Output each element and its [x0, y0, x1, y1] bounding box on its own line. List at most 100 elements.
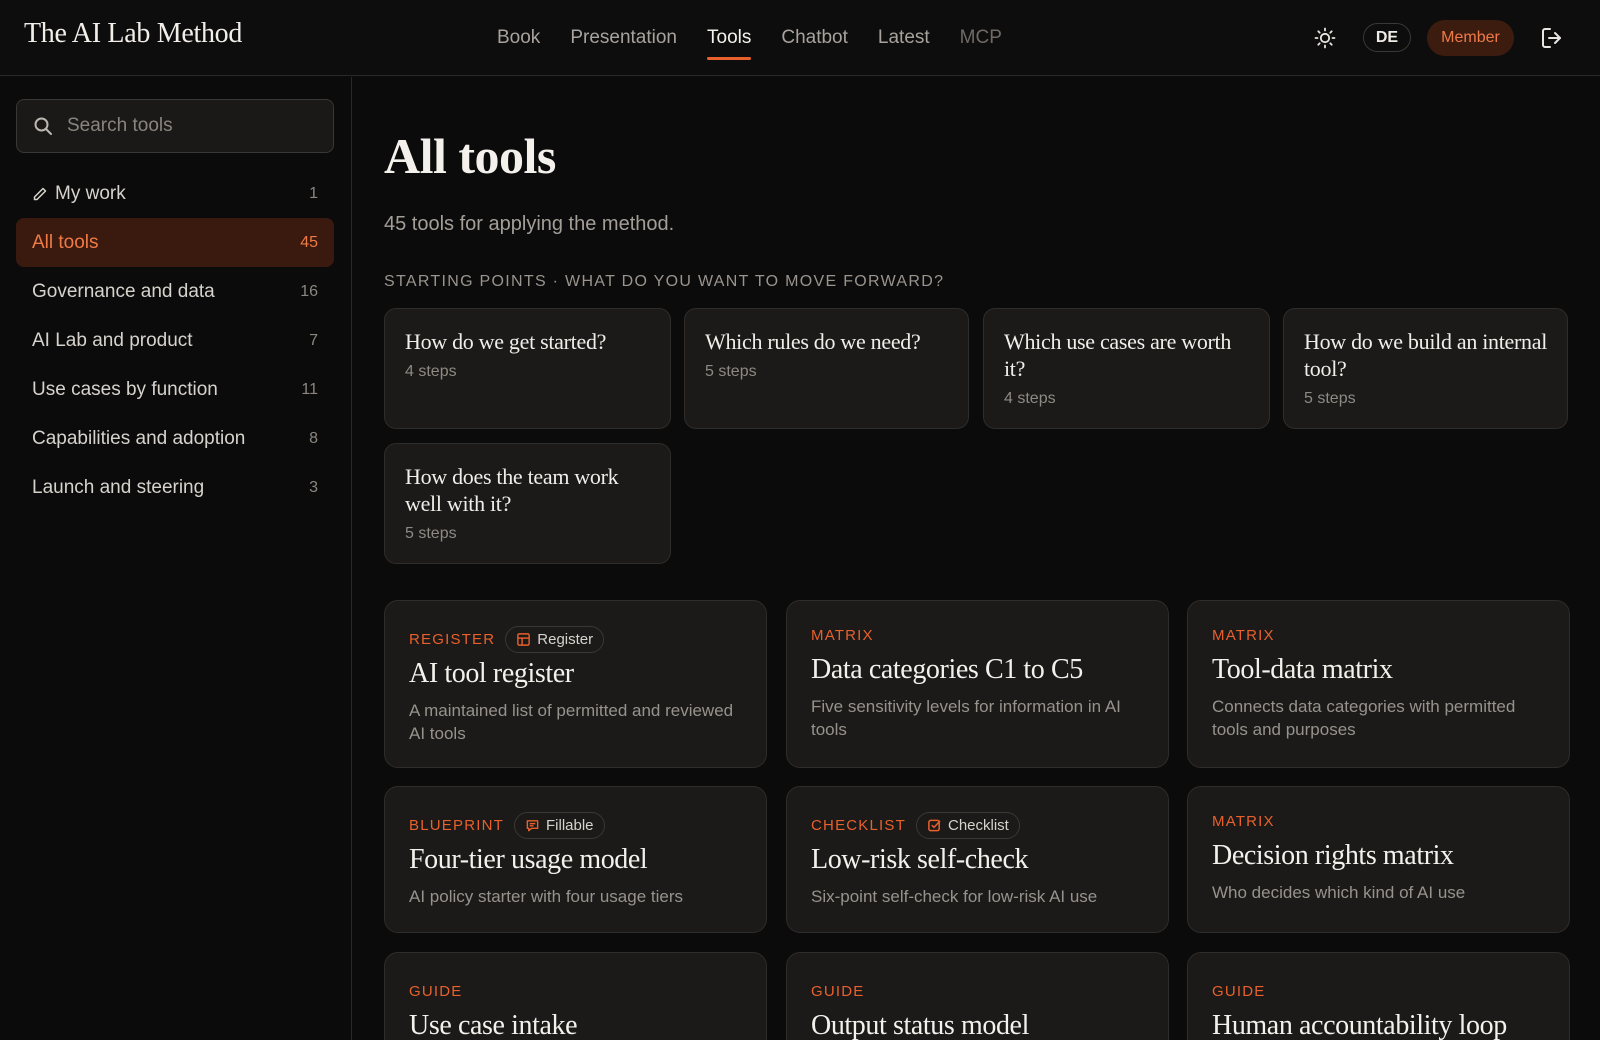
starting-points-label: STARTING POINTS · WHAT DO YOU WANT TO MO…: [384, 273, 945, 290]
starting-point-card[interactable]: How do we build an internal tool? 5 step…: [1283, 308, 1568, 429]
tool-pill-label: Checklist: [948, 816, 1009, 834]
starting-point-steps: 4 steps: [1004, 390, 1056, 407]
search-placeholder: Search tools: [67, 115, 173, 136]
tool-card[interactable]: GUIDE Use case intake: [384, 952, 767, 1040]
sidebar-item-use-cases[interactable]: Use cases by function 11: [16, 365, 334, 414]
nav-latest[interactable]: Latest: [863, 0, 945, 76]
tool-pill: Checklist: [916, 811, 1020, 839]
starting-point-steps: 5 steps: [405, 525, 457, 542]
sidebar-item-label: Governance and data: [32, 280, 215, 302]
sidebar-item-count: 16: [300, 282, 318, 300]
chat-icon: [526, 819, 539, 831]
sidebar-item-count: 11: [301, 380, 318, 398]
tool-description: AI policy starter with four usage tiers: [409, 887, 684, 906]
tool-title: Human accountability loop: [1212, 1010, 1507, 1040]
sidebar-item-governance[interactable]: Governance and data 16: [16, 267, 334, 316]
tool-type: MATRIX: [1212, 812, 1275, 830]
category-list: My work 1 All tools 45 Governance and da…: [16, 169, 334, 512]
tool-title: Output status model: [811, 1010, 1029, 1040]
sidebar-item-launch[interactable]: Launch and steering 3: [16, 463, 334, 512]
sidebar-item-label: Launch and steering: [32, 476, 205, 498]
tool-card[interactable]: GUIDE Human accountability loop: [1187, 952, 1570, 1040]
checkbox-icon: [928, 819, 941, 831]
top-bar: The AI Lab Method Book Presentation Tool…: [0, 0, 1600, 76]
sidebar-item-count: 1: [309, 184, 318, 202]
tool-card[interactable]: CHECKLIST Checklist Low-risk self-check …: [786, 786, 1169, 933]
sidebar-item-count: 8: [309, 429, 318, 447]
tool-description: Connects data categories with permitted …: [1212, 697, 1516, 739]
tool-pill: Register: [505, 625, 605, 653]
sidebar-item-my-work[interactable]: My work 1: [16, 169, 334, 218]
sidebar-item-ai-lab[interactable]: AI Lab and product 7: [16, 316, 334, 365]
tool-title: Tool-data matrix: [1212, 654, 1393, 685]
member-badge[interactable]: Member: [1427, 20, 1514, 56]
tool-card[interactable]: REGISTER Register AI tool register A mai…: [384, 600, 767, 768]
page-subtitle: 45 tools for applying the method.: [384, 213, 675, 235]
main-nav: Book Presentation Tools Chatbot Latest M…: [497, 0, 1017, 76]
tool-description: Five sensitivity levels for information …: [811, 697, 1121, 739]
tool-pill-label: Fillable: [546, 816, 594, 834]
tool-title: Data categories C1 to C5: [811, 654, 1083, 685]
nav-mcp[interactable]: MCP: [945, 0, 1017, 76]
tool-card[interactable]: MATRIX Tool-data matrix Connects data ca…: [1187, 600, 1570, 768]
tool-title: AI tool register: [409, 658, 574, 689]
tool-type: MATRIX: [811, 626, 874, 644]
sidebar-item-label: Use cases by function: [32, 378, 218, 400]
tool-type: GUIDE: [811, 982, 865, 1000]
search-icon: [34, 117, 52, 135]
pencil-icon: [33, 187, 47, 200]
tool-card[interactable]: MATRIX Data categories C1 to C5 Five sen…: [786, 600, 1169, 768]
starting-point-question: Which rules do we need?: [705, 329, 921, 354]
sidebar: Search tools My work 1 All tools 45 Gove…: [0, 77, 352, 1040]
starting-point-steps: 5 steps: [705, 363, 757, 380]
tool-pill-label: Register: [537, 630, 594, 648]
tool-description: Six-point self-check for low-risk AI use: [811, 887, 1098, 906]
sidebar-item-capabilities[interactable]: Capabilities and adoption 8: [16, 414, 334, 463]
starting-point-steps: 5 steps: [1304, 390, 1356, 407]
sidebar-item-label: Capabilities and adoption: [32, 427, 246, 449]
tool-type: REGISTER: [409, 630, 496, 648]
sidebar-item-count: 3: [309, 478, 318, 496]
brand-logo[interactable]: The AI Lab Method: [24, 18, 242, 50]
tool-card[interactable]: MATRIX Decision rights matrix Who decide…: [1187, 786, 1570, 933]
tool-type: GUIDE: [1212, 982, 1266, 1000]
sidebar-item-count: 7: [309, 331, 318, 349]
tool-pill: Fillable: [514, 811, 605, 839]
sidebar-item-label: All tools: [32, 231, 99, 253]
starting-point-card[interactable]: Which use cases are worth it? 4 steps: [983, 308, 1270, 429]
sidebar-item-label: My work: [55, 182, 126, 204]
tool-type: MATRIX: [1212, 626, 1275, 644]
table-icon: [517, 632, 531, 646]
starting-point-card[interactable]: How do we get started? 4 steps: [384, 308, 671, 429]
tool-card[interactable]: GUIDE Output status model: [786, 952, 1169, 1040]
starting-point-question: How do we build an internal tool?: [1304, 329, 1548, 381]
starting-point-card[interactable]: Which rules do we need? 5 steps: [684, 308, 969, 429]
starting-point-steps: 4 steps: [405, 363, 457, 380]
starting-point-card[interactable]: How does the team work well with it? 5 s…: [384, 443, 671, 564]
tool-title: Decision rights matrix: [1212, 840, 1454, 871]
starting-point-question: How do we get started?: [405, 329, 607, 354]
sidebar-item-all-tools[interactable]: All tools 45: [16, 218, 334, 267]
nav-book[interactable]: Book: [497, 0, 555, 76]
starting-point-question: Which use cases are worth it?: [1004, 329, 1232, 381]
tool-title: Low-risk self-check: [811, 844, 1029, 875]
starting-point-question: How does the team work well with it?: [405, 464, 619, 516]
tool-title: Use case intake: [409, 1010, 578, 1040]
sidebar-item-label: AI Lab and product: [32, 329, 193, 351]
tool-type: GUIDE: [409, 982, 463, 1000]
language-toggle[interactable]: DE: [1363, 23, 1411, 52]
tool-title: Four-tier usage model: [409, 844, 648, 875]
page-title: All tools: [384, 128, 556, 184]
sun-icon[interactable]: [1313, 26, 1337, 50]
nav-chatbot[interactable]: Chatbot: [766, 0, 863, 76]
nav-tools[interactable]: Tools: [692, 0, 766, 76]
tool-type: CHECKLIST: [811, 816, 906, 834]
logout-icon[interactable]: [1539, 25, 1565, 51]
sidebar-item-count: 45: [300, 233, 318, 251]
tool-description: A maintained list of permitted and revie…: [409, 701, 734, 743]
search-input[interactable]: Search tools: [16, 99, 334, 153]
nav-presentation[interactable]: Presentation: [555, 0, 692, 76]
tool-type: BLUEPRINT: [409, 816, 504, 834]
tool-card[interactable]: BLUEPRINT Fillable Four-tier usage model…: [384, 786, 767, 933]
tool-description: Who decides which kind of AI use: [1212, 883, 1466, 902]
